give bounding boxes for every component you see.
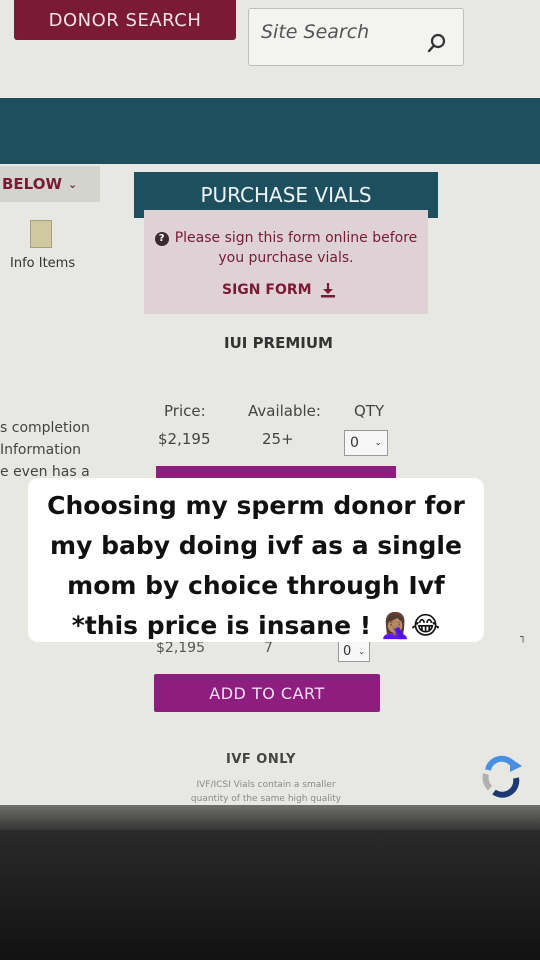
ivf-only-title: IVF ONLY [226, 752, 296, 767]
caption-line-3: mom by choice through Ivf [67, 571, 445, 600]
qty-value: 0 [350, 435, 359, 451]
available-value: 25+ [262, 430, 294, 448]
chevron-down-icon: ⌄ [358, 646, 365, 656]
side-text-2: Information [0, 442, 82, 458]
monitor-screen: DONOR SEARCH Site Search BELOW ⌄ Info It… [0, 0, 540, 820]
info-items-label[interactable]: Info Items [10, 256, 75, 271]
price-header: Price: [164, 402, 206, 420]
available-header: Available: [248, 402, 321, 420]
chevron-down-icon: ⌄ [68, 177, 78, 191]
caption-line-4: *this price is insane ! 🤦🏽‍♀️😂 [71, 611, 441, 640]
recaptcha-icon[interactable] [470, 752, 540, 808]
main-nav-bar [0, 98, 540, 164]
donor-search-button[interactable]: DONOR SEARCH [14, 0, 236, 40]
question-icon: ? [154, 232, 169, 246]
notice-line-1: ? Please sign this form online before [144, 230, 428, 246]
caption-line-2: my baby doing ivf as a single [50, 531, 462, 560]
add-to-cart-button[interactable]: ADD TO CART [154, 674, 380, 712]
site-search-input[interactable]: Site Search [248, 8, 464, 66]
ivf-desc-line-2: quantity of the same high quality [190, 794, 342, 804]
iui-premium-title: IUI PREMIUM [224, 334, 333, 352]
download-icon [320, 283, 335, 298]
sign-form-link[interactable]: SIGN FORM [222, 282, 336, 298]
notice-line-2: you purchase vials. [218, 250, 354, 266]
qty-header: QTY [354, 402, 385, 420]
qty-select[interactable]: 0 ⌄ [344, 430, 388, 456]
sign-form-label: SIGN FORM [222, 282, 312, 298]
text-cursor-icon: ┐ [520, 632, 527, 643]
sign-form-notice: ? Please sign this form online before you… [144, 210, 428, 314]
price-value: $2,195 [158, 430, 211, 448]
video-caption: Choosing my sperm donor for my baby doin… [28, 478, 484, 642]
document-icon[interactable] [30, 220, 52, 248]
ivf-desc-line-1: IVF/ICSI Vials contain a smaller [196, 780, 336, 790]
below-dropdown-tab[interactable]: BELOW ⌄ [0, 166, 100, 202]
below-label: BELOW [2, 175, 62, 193]
desk-surface [0, 830, 540, 960]
side-text-1: s completion [0, 420, 90, 436]
site-search-placeholder: Site Search [261, 21, 370, 43]
search-icon[interactable] [425, 31, 449, 55]
chevron-down-icon: ⌄ [374, 438, 382, 448]
caption-line-1: Choosing my sperm donor for [47, 491, 465, 520]
